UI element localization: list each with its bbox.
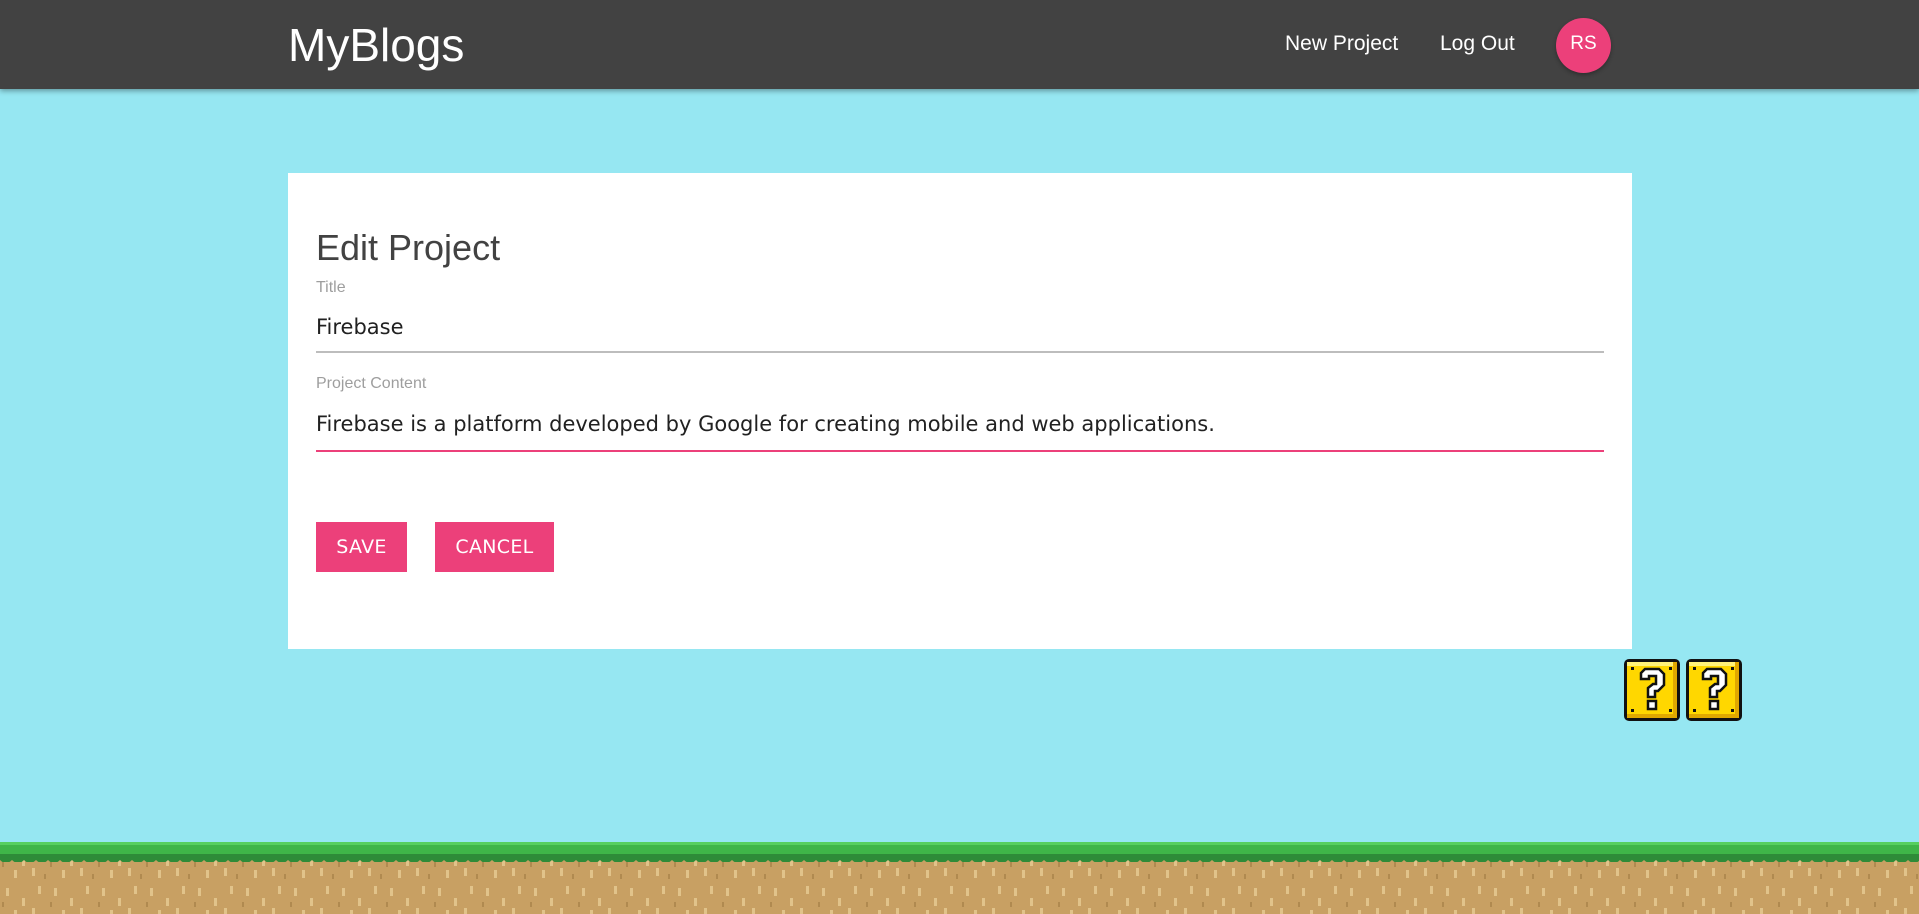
page-title: Edit Project xyxy=(316,227,501,268)
brand-logo[interactable]: MyBlogs xyxy=(288,19,464,71)
save-button[interactable]: SAVE xyxy=(316,522,407,572)
cancel-button[interactable]: CANCEL xyxy=(435,522,554,572)
content-field-label: Project Content xyxy=(316,375,427,392)
log-out-link[interactable]: Log Out xyxy=(1440,30,1515,58)
title-input[interactable] xyxy=(316,306,1604,353)
question-blocks xyxy=(1622,657,1744,723)
title-field-label: Title xyxy=(316,279,346,296)
user-avatar[interactable]: RS xyxy=(1556,18,1611,73)
grass-ground xyxy=(0,842,1919,914)
edit-project-card: Edit Project Title Project Content SAVE … xyxy=(288,173,1632,649)
question-block-icon xyxy=(1622,657,1682,723)
project-content-input[interactable] xyxy=(316,402,1604,451)
question-block-icon xyxy=(1684,657,1744,723)
new-project-link[interactable]: New Project xyxy=(1285,30,1398,58)
navbar: MyBlogs New Project Log Out RS xyxy=(0,0,1919,89)
